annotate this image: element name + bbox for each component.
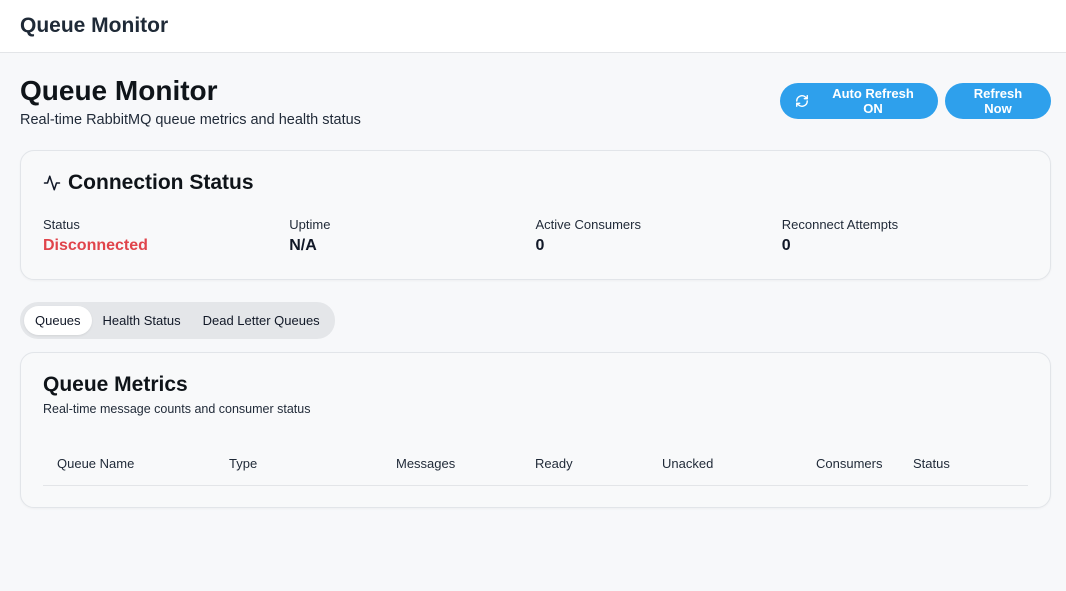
header-actions: Auto Refresh ON Refresh Now xyxy=(780,83,1051,119)
main-content: Queue Monitor Real-time RabbitMQ queue m… xyxy=(0,53,1066,508)
stat-status: Status Disconnected xyxy=(43,217,289,255)
top-bar: Queue Monitor xyxy=(0,0,1066,53)
stat-label: Status xyxy=(43,217,80,232)
connection-status-title: Connection Status xyxy=(68,171,254,194)
table-header-row: Queue Name Type Messages Ready Unacked C… xyxy=(43,442,1028,486)
refresh-icon xyxy=(795,94,809,108)
auto-refresh-label: Auto Refresh ON xyxy=(832,86,914,116)
stat-active-consumers: Active Consumers 0 xyxy=(536,217,782,255)
status-value: Disconnected xyxy=(43,237,148,254)
page-heading-group: Queue Monitor Real-time RabbitMQ queue m… xyxy=(20,75,361,129)
tab-queues[interactable]: Queues xyxy=(24,306,92,335)
auto-refresh-button[interactable]: Auto Refresh ON xyxy=(780,83,938,119)
column-header-messages[interactable]: Messages xyxy=(396,442,535,486)
tab-list: Queues Health Status Dead Letter Queues xyxy=(20,302,335,339)
page-subtitle: Real-time RabbitMQ queue metrics and hea… xyxy=(20,112,361,128)
stat-reconnect-attempts: Reconnect Attempts 0 xyxy=(782,217,1028,255)
connection-status-card: Connection Status Status Disconnected Up… xyxy=(20,150,1051,280)
tab-health-status[interactable]: Health Status xyxy=(92,306,192,335)
stat-uptime: Uptime N/A xyxy=(289,217,535,255)
activity-icon xyxy=(43,174,61,192)
column-header-type[interactable]: Type xyxy=(229,442,396,486)
column-header-queue-name[interactable]: Queue Name xyxy=(43,442,229,486)
column-header-unacked[interactable]: Unacked xyxy=(662,442,816,486)
queue-table: Queue Name Type Messages Ready Unacked C… xyxy=(43,442,1028,486)
refresh-now-button[interactable]: Refresh Now xyxy=(945,83,1051,119)
column-header-consumers[interactable]: Consumers xyxy=(816,442,913,486)
queue-metrics-card: Queue Metrics Real-time message counts a… xyxy=(20,352,1051,508)
page-header: Queue Monitor Real-time RabbitMQ queue m… xyxy=(20,53,1051,150)
page-title: Queue Monitor xyxy=(20,75,218,106)
reconnect-attempts-value: 0 xyxy=(781,237,791,254)
uptime-value: N/A xyxy=(289,237,317,254)
connection-title-row: Connection Status xyxy=(43,171,1028,195)
stat-label: Uptime xyxy=(289,217,331,232)
queue-metrics-subtitle: Real-time message counts and consumer st… xyxy=(43,402,311,416)
connection-stats: Status Disconnected Uptime N/A Active Co… xyxy=(43,217,1028,255)
tab-dead-letter-queues[interactable]: Dead Letter Queues xyxy=(192,306,331,335)
column-header-ready[interactable]: Ready xyxy=(535,442,662,486)
app-title: Queue Monitor xyxy=(20,14,169,37)
queue-metrics-title: Queue Metrics xyxy=(43,373,188,396)
active-consumers-value: 0 xyxy=(535,237,545,254)
stat-label: Active Consumers xyxy=(535,217,641,232)
column-header-status[interactable]: Status xyxy=(913,442,1028,486)
stat-label: Reconnect Attempts xyxy=(781,217,899,232)
